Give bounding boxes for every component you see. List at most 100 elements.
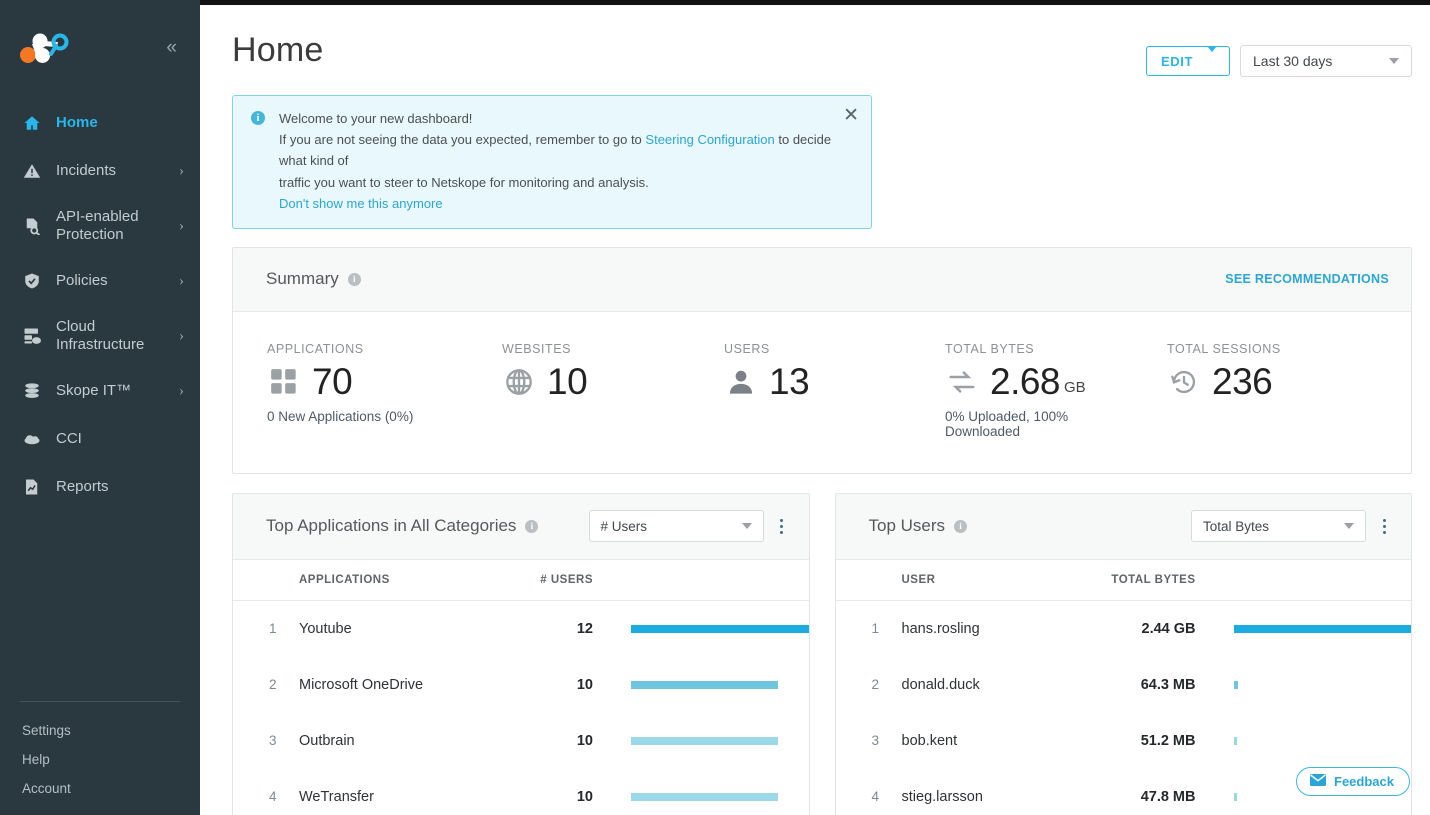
row-user-name: donald.duck xyxy=(902,677,1107,693)
col-user: USER xyxy=(902,574,1107,586)
row-bar xyxy=(631,793,778,801)
close-icon[interactable]: ✕ xyxy=(843,106,859,125)
panel-title-wrap: Top Users i xyxy=(869,516,968,536)
metric-total-sessions: TOTAL SESSIONS 236 xyxy=(1133,342,1343,439)
metric-label: TOTAL BYTES xyxy=(945,342,1133,356)
metric-value-row: 2.68 GB xyxy=(945,361,1133,403)
row-rank: 2 xyxy=(233,677,299,692)
sidebar-item-account[interactable]: Account xyxy=(0,774,200,803)
row-value: 10 xyxy=(504,789,593,805)
banner-line-2-pre: If you are not seeing the data you expec… xyxy=(279,132,645,147)
table-header: USER TOTAL BYTES xyxy=(836,560,1412,601)
panel-menu-icon[interactable] xyxy=(769,519,795,534)
panel-menu-icon[interactable] xyxy=(1371,519,1397,534)
metric-value: 70 xyxy=(312,361,352,403)
steering-configuration-link[interactable]: Steering Configuration xyxy=(645,132,774,147)
row-rank: 1 xyxy=(233,621,299,636)
sidebar-nav: Home Incidents › API-enabled Protection … xyxy=(0,95,200,511)
database-stack-icon xyxy=(22,381,42,401)
row-rank: 1 xyxy=(836,621,902,636)
row-value: 12 xyxy=(504,621,593,637)
row-value: 2.44 GB xyxy=(1107,621,1196,637)
info-icon[interactable]: i xyxy=(525,520,538,533)
metric-select-value: Total Bytes xyxy=(1203,519,1269,534)
metric-value-row: 13 xyxy=(724,361,911,403)
row-rank: 4 xyxy=(233,789,299,804)
netskope-logo[interactable] xyxy=(18,30,74,66)
row-rank: 2 xyxy=(836,677,902,692)
table-header: APPLICATIONS # USERS xyxy=(233,560,809,601)
metric-label: WEBSITES xyxy=(502,342,690,356)
chevron-down-icon xyxy=(742,523,752,529)
sidebar-item-label: Home xyxy=(56,114,184,132)
panel-header: Top Applications in All Categories i # U… xyxy=(233,494,809,560)
banner-line-2: If you are not seeing the data you expec… xyxy=(279,129,857,171)
row-rank: 3 xyxy=(233,733,299,748)
summary-header: Summary i SEE RECOMMENDATIONS xyxy=(233,248,1411,312)
row-bar xyxy=(1234,793,1237,801)
sidebar-item-help[interactable]: Help xyxy=(0,745,200,774)
summary-title: Summary xyxy=(266,269,339,289)
table-row[interactable]: 2 Microsoft OneDrive 10 xyxy=(233,657,809,713)
row-rank: 4 xyxy=(836,789,902,804)
globe-icon xyxy=(502,368,536,396)
table-row[interactable]: 1 hans.rosling 2.44 GB xyxy=(836,601,1412,657)
info-icon[interactable]: i xyxy=(954,520,967,533)
dashboard-app: « Home Incidents › API-enabled P xyxy=(0,0,1430,815)
date-range-select[interactable]: Last 30 days xyxy=(1240,45,1412,77)
metric-label: USERS xyxy=(724,342,911,356)
summary-metrics: APPLICATIONS 70 0 New Applications (0%) … xyxy=(233,312,1411,473)
metric-select[interactable]: Total Bytes xyxy=(1191,510,1366,542)
document-search-icon xyxy=(22,216,42,236)
panels-row: Top Applications in All Categories i # U… xyxy=(232,493,1412,815)
table-row[interactable]: 3 bob.kent 51.2 MB xyxy=(836,713,1412,769)
row-application-name: Youtube xyxy=(299,621,504,637)
summary-card: Summary i SEE RECOMMENDATIONS APPLICATIO… xyxy=(232,247,1412,474)
date-range-value: Last 30 days xyxy=(1253,53,1332,69)
edit-button-label: EDIT xyxy=(1161,54,1193,69)
sidebar-item-settings[interactable]: Settings xyxy=(0,716,200,745)
metric-select[interactable]: # Users xyxy=(589,510,764,542)
edit-button[interactable]: EDIT xyxy=(1146,46,1230,76)
table-row[interactable]: 2 donald.duck 64.3 MB xyxy=(836,657,1412,713)
sidebar: « Home Incidents › API-enabled P xyxy=(0,0,200,815)
sidebar-item-incidents[interactable]: Incidents › xyxy=(0,147,200,195)
dont-show-again-link[interactable]: Don't show me this anymore xyxy=(279,196,443,211)
sidebar-item-home[interactable]: Home xyxy=(0,99,200,147)
feedback-button-label: Feedback xyxy=(1334,774,1394,789)
panel-header: Top Users i Total Bytes xyxy=(836,494,1412,560)
sidebar-item-policies[interactable]: Policies › xyxy=(0,257,200,305)
metric-sub: 0 New Applications (0%) xyxy=(267,409,468,424)
sidebar-item-label: Cloud Infrastructure xyxy=(56,318,173,355)
sidebar-item-cci[interactable]: CCI xyxy=(0,415,200,463)
welcome-banner: i Welcome to your new dashboard! If you … xyxy=(232,95,872,229)
sidebar-item-label: Reports xyxy=(56,478,184,496)
metric-value: 13 xyxy=(769,361,809,403)
table-row[interactable]: 1 Youtube 12 xyxy=(233,601,809,657)
info-icon: i xyxy=(251,111,265,125)
metric-value: 236 xyxy=(1212,361,1272,403)
cloud-icon xyxy=(22,429,42,449)
col-total-bytes: TOTAL BYTES xyxy=(1107,574,1196,586)
info-icon[interactable]: i xyxy=(348,273,361,286)
panel-title: Top Applications in All Categories xyxy=(266,516,516,536)
row-application-name: Microsoft OneDrive xyxy=(299,677,504,693)
metric-select-value: # Users xyxy=(601,519,648,534)
report-chart-icon xyxy=(22,477,42,497)
row-bar xyxy=(631,737,778,745)
feedback-button[interactable]: Feedback xyxy=(1296,767,1410,796)
panel-header-controls: # Users xyxy=(589,510,795,542)
row-bar-cell xyxy=(1196,681,1412,689)
sidebar-collapse-icon[interactable]: « xyxy=(163,36,178,59)
sidebar-item-cloud-infrastructure[interactable]: Cloud Infrastructure › xyxy=(0,305,200,367)
table-row[interactable]: 3 Outbrain 10 xyxy=(233,713,809,769)
sidebar-item-skope-it[interactable]: Skope IT™ › xyxy=(0,367,200,415)
metric-value-row: 236 xyxy=(1167,361,1343,403)
sidebar-item-api-enabled-protection[interactable]: API-enabled Protection › xyxy=(0,195,200,257)
sidebar-item-reports[interactable]: Reports xyxy=(0,463,200,511)
edit-dropdown-caret-icon[interactable] xyxy=(1207,52,1217,70)
col-users: # USERS xyxy=(504,574,593,586)
row-bar-cell xyxy=(593,737,809,745)
see-recommendations-link[interactable]: SEE RECOMMENDATIONS xyxy=(1225,272,1389,286)
table-row[interactable]: 4 WeTransfer 10 xyxy=(233,769,809,815)
